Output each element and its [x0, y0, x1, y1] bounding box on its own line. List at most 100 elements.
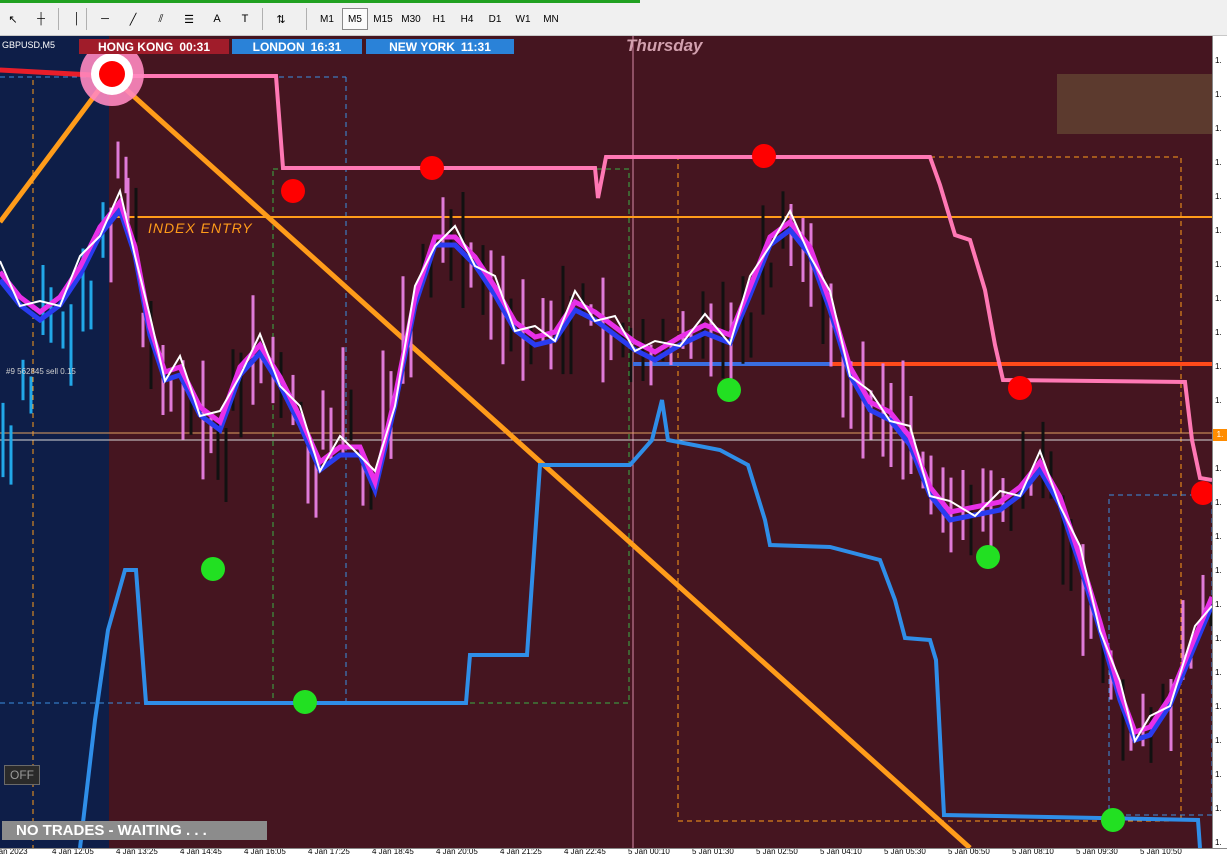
buy-signal-dot — [717, 378, 741, 402]
toolbar: ↖ ┼ │ ─ ╱ ⫽ ☰ A T ⇅ M1 M5 M15 M30 H1 H4 D1 W1 MN — [0, 0, 1227, 36]
session-time: 11:31 — [460, 39, 491, 54]
crosshair-icon[interactable]: ┼ — [30, 8, 52, 30]
channel-icon[interactable]: ⫽ — [150, 8, 172, 30]
price-tick: 1. — [1215, 90, 1222, 99]
price-tick: 1. — [1215, 464, 1222, 473]
horizontal-line-icon[interactable]: ─ — [94, 8, 116, 30]
time-label: 4 Jan 16:05 — [244, 848, 286, 856]
time-axis: 3 Jan 2023 4 Jan 12:05 4 Jan 13:25 4 Jan 14… — [0, 848, 1227, 856]
price-tick: 1. — [1215, 838, 1222, 847]
trendline-icon[interactable]: ╱ — [122, 8, 144, 30]
vertical-line-icon[interactable]: │ — [66, 8, 88, 30]
time-label: 5 Jan 08:10 — [1012, 848, 1054, 856]
buy-signal-dot — [201, 557, 225, 581]
fibonacci-icon[interactable]: ☰ — [178, 8, 200, 30]
session-city: HONG KONG — [97, 39, 174, 54]
price-tick: 1. — [1215, 566, 1222, 575]
arrows-icon[interactable]: ⇅ — [270, 8, 292, 30]
buy-signal-dot — [976, 545, 1000, 569]
sell-signal-dot — [752, 144, 776, 168]
price-tick: 1. — [1215, 770, 1222, 779]
price-tick: 1. — [1215, 600, 1222, 609]
day-label: Thursday — [626, 36, 703, 55]
timeframe-m1[interactable]: M1 — [314, 8, 340, 30]
timeframe-d1[interactable]: D1 — [482, 8, 508, 30]
time-label: 4 Jan 17:25 — [308, 848, 350, 856]
price-tick: 1. — [1215, 56, 1222, 65]
timeframe-m5[interactable]: M5 — [342, 8, 368, 30]
current-price-marker: 1. — [1213, 429, 1227, 441]
buy-signal-dot — [293, 690, 317, 714]
price-tick: 1. — [1215, 702, 1222, 711]
price-tick: 1. — [1215, 226, 1222, 235]
session-hong-kong: HONG KONG 00:31 — [79, 39, 229, 54]
price-axis: 1. 1. 1. 1. 1. 1. 1. 1. 1. 1. 1. 1. 1. 1. 1. 1. 1. 1. 1. 1.… — [1212, 36, 1227, 848]
text-label-icon[interactable]: T — [234, 8, 256, 30]
timeframe-h1[interactable]: H1 — [426, 8, 452, 30]
session-london: LONDON 16:31 — [232, 39, 362, 54]
price-tick: 1. — [1215, 124, 1222, 133]
time-label: 4 Jan 21:25 — [500, 848, 542, 856]
session-city: LONDON — [252, 39, 305, 54]
sell-signal-dot — [1008, 376, 1032, 400]
timeframe-mn[interactable]: MN — [538, 8, 564, 30]
time-label: 5 Jan 00:10 — [628, 848, 670, 856]
price-tick: 1. — [1215, 328, 1222, 337]
price-chart[interactable] — [0, 36, 1212, 848]
session-time: 16:31 — [310, 39, 342, 54]
sell-signal-dot — [420, 156, 444, 180]
trade-status-bar: NO TRADES - WAITING . . . — [2, 821, 267, 840]
time-label: 4 Jan 18:45 — [372, 848, 414, 856]
session-time: 00:31 — [179, 39, 211, 54]
session-range-box — [1108, 494, 1212, 816]
toolbar-separator — [306, 8, 307, 30]
price-tick: 1. — [1215, 736, 1222, 745]
timeframe-h4[interactable]: H4 — [454, 8, 480, 30]
time-label: 5 Jan 09:30 — [1076, 848, 1118, 856]
entry-level-label: INDEX ENTRY — [148, 220, 253, 236]
price-tick: 1. — [1215, 158, 1222, 167]
timeframe-w1[interactable]: W1 — [510, 8, 536, 30]
buy-signal-dot — [1101, 808, 1125, 832]
price-tick: 1. — [1215, 532, 1222, 541]
toolbar-separator — [58, 8, 59, 30]
cursor-icon[interactable]: ↖ — [2, 8, 24, 30]
time-label: 3 Jan 2023 — [0, 848, 28, 856]
toolbar-separator — [262, 8, 263, 30]
sell-signal-dot — [281, 179, 305, 203]
chart-canvas[interactable] — [0, 36, 1212, 848]
session-city: NEW YORK — [389, 39, 455, 54]
price-tick: 1. — [1215, 294, 1222, 303]
time-label: 5 Jan 10:50 — [1140, 848, 1182, 856]
info-panel — [1057, 74, 1212, 134]
timeframe-m30[interactable]: M30 — [398, 8, 424, 30]
price-tick: 1. — [1215, 498, 1222, 507]
time-label: 4 Jan 12:05 — [52, 848, 94, 856]
toolbar-accent — [0, 0, 640, 3]
time-label: 5 Jan 04:10 — [820, 848, 862, 856]
time-label: 5 Jan 06:50 — [948, 848, 990, 856]
time-label: 5 Jan 02:50 — [756, 848, 798, 856]
price-tick: 1. — [1215, 634, 1222, 643]
trendline — [0, 71, 972, 848]
time-label: 5 Jan 01:30 — [692, 848, 734, 856]
timeframe-m15[interactable]: M15 — [370, 8, 396, 30]
sell-signal-dot — [1191, 481, 1212, 505]
sell-signal-dot — [99, 61, 125, 87]
price-tick: 1. — [1215, 804, 1222, 813]
symbol-label: GBPUSD,M5 — [2, 40, 56, 50]
time-label: 5 Jan 05:30 — [884, 848, 926, 856]
time-label: 4 Jan 22:45 — [564, 848, 606, 856]
price-tick: 1. — [1215, 362, 1222, 371]
order-label: #9 562845 sell 0.15 — [6, 367, 76, 376]
text-icon[interactable]: A — [206, 8, 228, 30]
time-label: 4 Jan 13:25 — [116, 848, 158, 856]
off-toggle-button[interactable]: OFF — [4, 765, 40, 785]
time-label: 4 Jan 20:05 — [436, 848, 478, 856]
price-tick: 1. — [1215, 192, 1222, 201]
price-tick: 1. — [1215, 396, 1222, 405]
session-new-york: NEW YORK 11:31 — [366, 39, 514, 54]
toolbar-separator — [86, 8, 87, 30]
time-label: 4 Jan 14:45 — [180, 848, 222, 856]
price-tick: 1. — [1215, 260, 1222, 269]
